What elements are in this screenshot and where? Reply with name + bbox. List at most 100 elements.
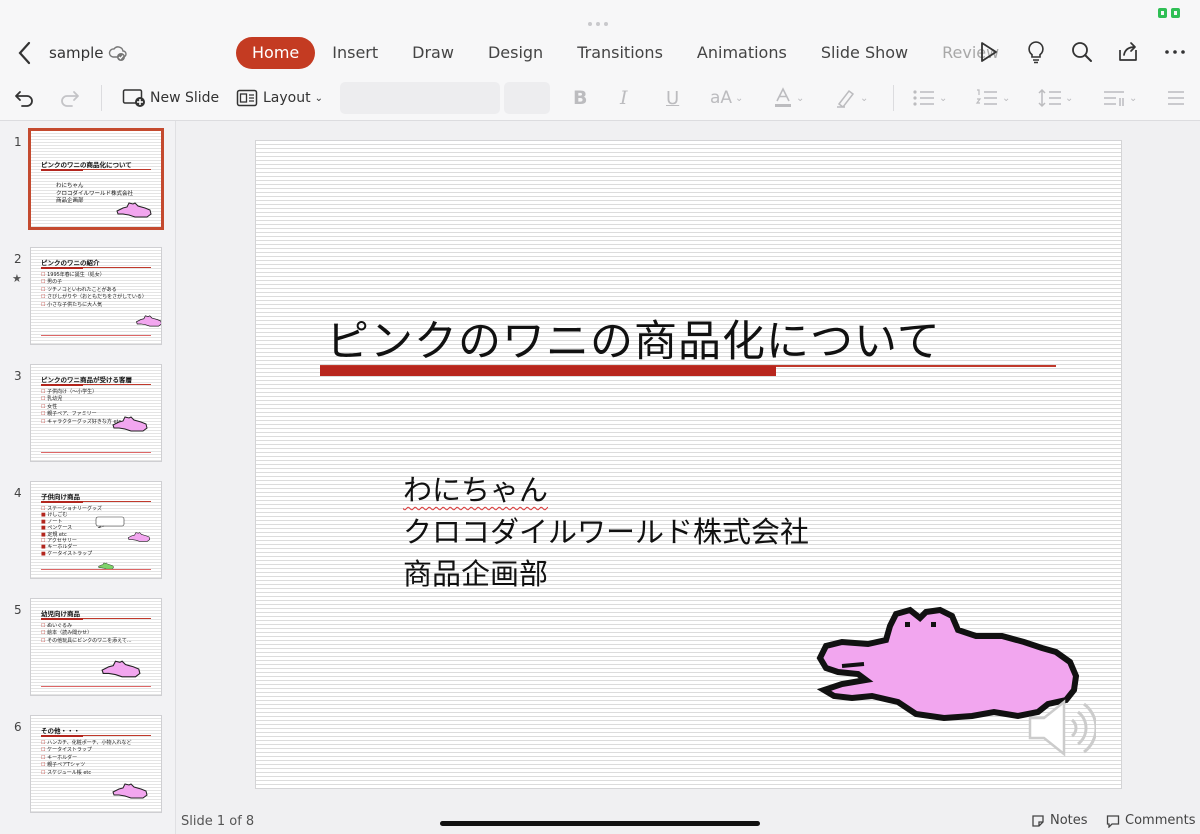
redo-icon[interactable]: [58, 86, 82, 110]
pink-crocodile-image: [136, 315, 161, 327]
thumb-sub-bullet: ケータイストラップ: [41, 551, 102, 557]
font-color-icon: [775, 87, 791, 107]
chevron-down-icon: ⌄: [735, 92, 744, 104]
home-indicator[interactable]: [440, 821, 760, 826]
search-icon[interactable]: [1070, 40, 1094, 64]
thumb-footer-line: [41, 569, 151, 570]
thumb-bullets: ステーショナリーグッズ けしごむ ノート ペンケース 定規 etc アクセサリー…: [41, 506, 102, 557]
audio-speaker-icon[interactable]: [1026, 698, 1096, 758]
slide-thumbnail-3[interactable]: ピンクのワニ商品が受ける客層 子供向け（〜小学生） 乳幼児 女性 親子ペア、ファ…: [31, 365, 161, 461]
slide-thumbnail-2[interactable]: ピンクのワニの紹介 1995年春に誕生（処女） 男の子 ツチノコといわれたことが…: [31, 248, 161, 344]
current-slide[interactable]: ピンクのワニの商品化について わにちゃん クロコダイルワールド株式会社 商品企画…: [256, 141, 1121, 788]
thumbnail-row[interactable]: 5 幼児向け商品 ぬいぐるみ 絵本（読み聞かせ） その他玩具にピンクのワニを添え…: [0, 589, 175, 695]
slide-thumbnail-1[interactable]: ピンクのワニの商品化について わにちゃん クロコダイルワールド株式会社 商品企画…: [31, 131, 161, 227]
tab-slide-show[interactable]: Slide Show: [804, 37, 925, 69]
font-size-field[interactable]: [504, 82, 550, 114]
highlighter-icon: [837, 89, 855, 109]
thumb-bullets: ハンカチ、化粧ポーチ、小物入れなど ケータイストラップ キーホルダー 親子ペアT…: [41, 740, 131, 777]
slide-thumbnail-6[interactable]: その他・・・ ハンカチ、化粧ポーチ、小物入れなど ケータイストラップ キーホルダ…: [31, 716, 161, 812]
cloud-saved-icon[interactable]: [108, 43, 128, 63]
tab-animations[interactable]: Animations: [680, 37, 804, 69]
thumb-subtitle-line: わにちゃん: [56, 183, 84, 189]
layout-label: Layout: [263, 90, 311, 106]
thumb-bullets: ぬいぐるみ 絵本（読み聞かせ） その他玩具にピンクのワニを添えて...: [41, 623, 132, 645]
notes-label: Notes: [1050, 813, 1088, 828]
highlight-dropdown[interactable]: ⌄: [835, 86, 868, 110]
change-case-label: aA: [710, 88, 733, 108]
thumb-footer-line: [41, 452, 151, 453]
notes-button[interactable]: Notes: [1031, 813, 1088, 828]
slide-thumbnail-5[interactable]: 幼児向け商品 ぬいぐるみ 絵本（読み聞かせ） その他玩具にピンクのワニを添えて.…: [31, 599, 161, 695]
chevron-down-icon: ⌄: [860, 92, 869, 104]
thumb-title-bar: [41, 168, 151, 171]
thumb-subtitle-line: クロコダイルワールド株式会社: [56, 190, 134, 197]
thumb-bullet: ケータイストラップ: [41, 747, 131, 754]
more-options-icon[interactable]: [1163, 40, 1187, 64]
pink-crocodile-image: [127, 532, 151, 542]
tab-design[interactable]: Design: [471, 37, 560, 69]
comments-label: Comments: [1125, 813, 1196, 828]
thumb-bullet: 絵本（読み聞かせ）: [41, 630, 132, 637]
play-icon[interactable]: [976, 40, 1000, 64]
ribbon-tabs: Home Insert Draw Design Transitions Anim…: [236, 37, 1005, 69]
thumb-title-bar: [41, 734, 151, 737]
pink-crocodile-image: [112, 783, 148, 799]
share-icon[interactable]: [1116, 40, 1140, 64]
font-color-dropdown[interactable]: ⌄: [773, 86, 804, 110]
thumb-bullet: スケジュール帳 etc: [41, 770, 131, 777]
thumb-title: その他・・・: [41, 727, 80, 735]
bold-icon[interactable]: B: [573, 86, 587, 110]
thumbnail-row[interactable]: 1 ピンクのワニの商品化について わにちゃん クロコダイルワールド株式会社 商品…: [0, 121, 175, 227]
line-spacing-icon: [1038, 88, 1061, 108]
thumbnail-row[interactable]: 6 その他・・・ ハンカチ、化粧ポーチ、小物入れなど ケータイストラップ キーホ…: [0, 706, 175, 812]
thumb-bullet: 親子ペアTシャツ: [41, 762, 131, 769]
pink-crocodile-image: [112, 416, 148, 432]
undo-icon[interactable]: [12, 86, 36, 110]
tab-draw[interactable]: Draw: [395, 37, 471, 69]
subtitle-line-company: クロコダイルワールド株式会社: [403, 515, 810, 549]
new-slide-label: New Slide: [150, 90, 220, 106]
comments-button[interactable]: Comments: [1106, 813, 1195, 828]
thumbnail-row[interactable]: 2 ★ ピンクのワニの紹介 1995年春に誕生（処女） 男の子 ツチノコといわれ…: [0, 238, 175, 344]
chevron-down-icon: ⌄: [796, 92, 805, 104]
underline-icon[interactable]: U: [666, 86, 679, 110]
fullscreen-icon[interactable]: [1158, 8, 1180, 18]
slide-subtitle[interactable]: わにちゃん クロコダイルワールド株式会社 商品企画部: [403, 469, 809, 595]
thumb-footer-line: [41, 686, 151, 687]
line-spacing-dropdown[interactable]: ⌄: [1038, 86, 1073, 110]
thumbnail-row[interactable]: 4 子供向け商品 ステーショナリーグッズ けしごむ ノート ペンケース 定規 e…: [0, 472, 175, 578]
multitask-grabber[interactable]: [588, 11, 612, 26]
numbering-dropdown[interactable]: ⌄: [975, 86, 1010, 110]
tab-insert[interactable]: Insert: [315, 37, 395, 69]
new-slide-button[interactable]: New Slide: [122, 86, 219, 110]
slide-thumbnail-4[interactable]: 子供向け商品 ステーショナリーグッズ けしごむ ノート ペンケース 定規 etc…: [31, 482, 161, 578]
thumb-title: 子供向け商品: [41, 493, 80, 501]
paragraph-dropdown[interactable]: ⌄: [1102, 86, 1137, 110]
chevron-down-icon: ⌄: [1002, 92, 1011, 104]
layout-dropdown[interactable]: Layout ⌄: [236, 86, 323, 110]
ribbon-separator: [101, 85, 102, 111]
chevron-down-icon: ⌄: [314, 92, 323, 104]
slide-title[interactable]: ピンクのワニの商品化について: [326, 307, 941, 369]
pink-crocodile-image: [101, 660, 141, 678]
tab-home[interactable]: Home: [236, 37, 316, 69]
new-slide-icon: [122, 89, 145, 107]
change-case-dropdown[interactable]: aA ⌄: [710, 86, 743, 110]
thumbnail-row[interactable]: 3 ピンクのワニ商品が受ける客層 子供向け（〜小学生） 乳幼児 女性 親子ペア、…: [0, 355, 175, 461]
back-chevron-icon[interactable]: [14, 40, 36, 66]
lightbulb-icon[interactable]: [1024, 40, 1048, 64]
slide-thumbnail-pane[interactable]: 1 ピンクのワニの商品化について わにちゃん クロコダイルワールド株式会社 商品…: [0, 121, 176, 834]
italic-icon[interactable]: I: [620, 86, 628, 110]
pink-crocodile-image: [116, 202, 152, 218]
thumb-bullets: 1995年春に誕生（処女） 男の子 ツチノコといわれたことがある さびしがりや（…: [41, 272, 147, 309]
tab-transitions[interactable]: Transitions: [560, 37, 680, 69]
font-name-field[interactable]: [340, 82, 500, 114]
align-icon[interactable]: [1166, 86, 1186, 110]
slide-number: 6: [14, 720, 22, 734]
thumb-bullet: 男の子: [41, 279, 147, 286]
comment-icon: [1106, 814, 1120, 828]
chevron-down-icon: ⌄: [939, 92, 948, 104]
bullets-dropdown[interactable]: ⌄: [912, 86, 947, 110]
slide-number: 2: [14, 252, 22, 266]
document-title[interactable]: sample: [49, 44, 104, 62]
